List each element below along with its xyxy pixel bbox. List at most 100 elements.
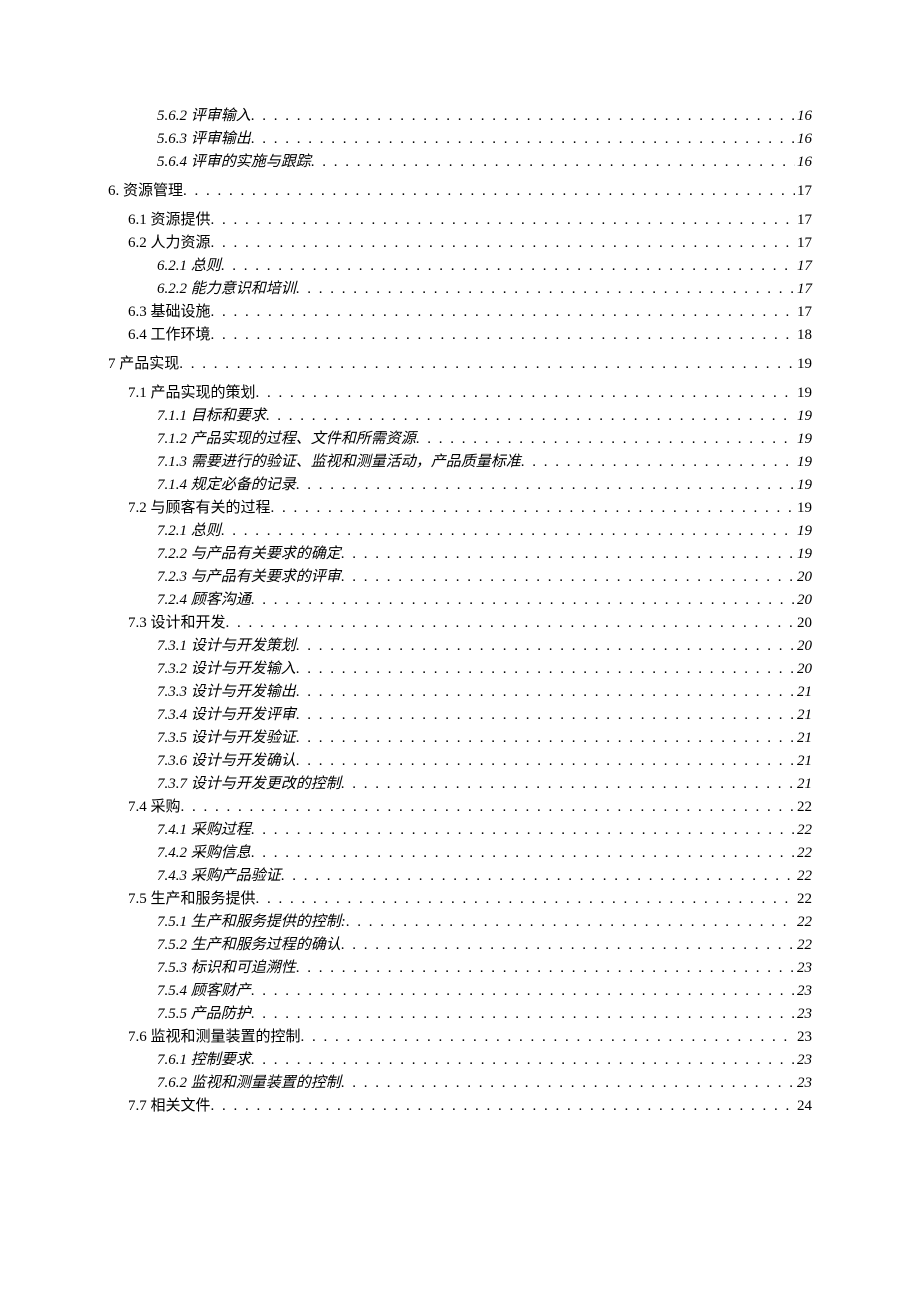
toc-entry: 7.6.1 控制要求 23 (157, 1049, 812, 1072)
toc-entry: 7.3.7 设计与开发更改的控制21 (157, 773, 812, 796)
toc-entry-page: 17 (795, 232, 812, 255)
toc-entry-page: 21 (795, 727, 812, 750)
toc-entry-page: 16 (795, 128, 812, 151)
toc-leader-dots (183, 180, 795, 203)
toc-entry-label: 7.2.2 与产品有关要求的确定 (157, 543, 341, 566)
toc-entry: 6.4 工作环境18 (128, 324, 812, 347)
toc-entry-page: 21 (795, 681, 812, 704)
toc-leader-dots (341, 773, 795, 796)
toc-entry-page: 23 (795, 957, 812, 980)
toc-entry-label: 7.3.6 设计与开发确认 (157, 750, 296, 773)
toc-entry-page: 17 (795, 278, 812, 301)
toc-entry-label: 7 产品实现 (108, 353, 179, 376)
toc-entry-page: 17 (795, 180, 812, 203)
toc-entry: 7.7 相关文件24 (128, 1095, 812, 1118)
toc-entry: 7.4.3 采购产品验证 22 (157, 865, 812, 888)
toc-entry-page: 17 (795, 209, 812, 232)
toc-entry-label: 7.5.2 生产和服务过程的确认 (157, 934, 341, 957)
toc-entry: 7.2.4 顾客沟通20 (157, 589, 812, 612)
toc-entry-page: 19 (795, 520, 812, 543)
toc-entry: 7.3.4 设计与开发评审21 (157, 704, 812, 727)
toc-entry-label: 6.4 工作环境 (128, 324, 211, 347)
toc-entry: 7.5.3 标识和可追溯性 23 (157, 957, 812, 980)
toc-entry-label: 7.6 监视和测量装置的控制 (128, 1026, 301, 1049)
toc-entry-page: 23 (795, 1072, 812, 1095)
toc-leader-dots (296, 957, 795, 980)
toc-entry-label: 7.2 与顾客有关的过程 (128, 497, 271, 520)
toc-entry-label: 7.1 产品实现的策划 (128, 382, 256, 405)
toc-entry: 7.3.6 设计与开发确认 21 (157, 750, 812, 773)
toc-leader-dots (296, 278, 795, 301)
toc-leader-dots (296, 681, 795, 704)
toc-entry-label: 7.2.1 总则 (157, 520, 221, 543)
toc-entry-page: 19 (795, 353, 812, 376)
toc-entry-label: 7.4 采购 (128, 796, 181, 819)
toc-leader-dots (221, 520, 795, 543)
toc-entry-page: 20 (795, 566, 812, 589)
toc-leader-dots (211, 209, 795, 232)
toc-entry: 7.4.1 采购过程22 (157, 819, 812, 842)
toc-entry-page: 23 (795, 980, 812, 1003)
toc-entry-label: 7.1.4 规定必备的记录 (157, 474, 296, 497)
toc-entry-page: 19 (795, 543, 812, 566)
toc-entry-label: 7.1.2 产品实现的过程、文件和所需资源 (157, 428, 416, 451)
toc-leader-dots (341, 566, 795, 589)
toc-leader-dots (346, 911, 795, 934)
toc-entry-label: 7.6.2 监视和测量装置的控制 (157, 1072, 341, 1095)
toc-entry: 7.1.2 产品实现的过程、文件和所需资源19 (157, 428, 812, 451)
toc-entry-page: 23 (795, 1026, 812, 1049)
toc-entry-label: 7.3.2 设计与开发输入 (157, 658, 296, 681)
toc-entry-label: 7.4.2 采购信息 (157, 842, 251, 865)
toc-entry: 7.1.4 规定必备的记录19 (157, 474, 812, 497)
toc-leader-dots (296, 727, 795, 750)
toc-entry: 7.3.1 设计与开发策划20 (157, 635, 812, 658)
toc-leader-dots (266, 405, 795, 428)
toc-leader-dots (296, 750, 795, 773)
toc-entry-label: 7.3.7 设计与开发更改的控制 (157, 773, 341, 796)
toc-entry-page: 22 (795, 842, 812, 865)
toc-entry-label: 7.1.3 需要进行的验证、监视和测量活动，产品质量标准 (157, 451, 521, 474)
toc-entry-page: 21 (795, 750, 812, 773)
toc-leader-dots (521, 451, 795, 474)
toc-leader-dots (226, 612, 795, 635)
toc-entry: 7.5.2 生产和服务过程的确认 22 (157, 934, 812, 957)
toc-entry: 7.2.3 与产品有关要求的评审20 (157, 566, 812, 589)
toc-entry-page: 19 (795, 405, 812, 428)
toc-entry-label: 6.2.1 总则 (157, 255, 221, 278)
toc-entry: 6.2 人力资源 17 (128, 232, 812, 255)
toc-entry-label: 7.5.4 顾客财产 (157, 980, 251, 1003)
toc-leader-dots (251, 105, 795, 128)
toc-entry-page: 23 (795, 1049, 812, 1072)
toc-leader-dots (251, 589, 795, 612)
toc-entry: 7.5.1 生产和服务提供的控制:22 (157, 911, 812, 934)
toc-entry-page: 20 (795, 589, 812, 612)
toc-entry-label: 7.3 设计和开发 (128, 612, 226, 635)
toc-leader-dots (296, 704, 795, 727)
toc-entry: 7 产品实现 19 (108, 353, 812, 376)
toc-leader-dots (281, 865, 795, 888)
toc-leader-dots (341, 934, 795, 957)
toc-leader-dots (251, 980, 795, 1003)
toc-entry-label: 6.2 人力资源 (128, 232, 211, 255)
toc-entry-label: 7.4.3 采购产品验证 (157, 865, 281, 888)
toc-entry-page: 20 (795, 635, 812, 658)
toc-entry-page: 22 (795, 911, 812, 934)
toc-entry-page: 20 (795, 612, 812, 635)
toc-entry: 7.3 设计和开发 20 (128, 612, 812, 635)
toc-entry: 6. 资源管理17 (108, 180, 812, 203)
toc-leader-dots (211, 324, 795, 347)
toc-entry-label: 6.2.2 能力意识和培训 (157, 278, 296, 301)
toc-leader-dots (251, 842, 795, 865)
toc-entry-page: 22 (795, 934, 812, 957)
toc-entry-label: 7.5.3 标识和可追溯性 (157, 957, 296, 980)
toc-entry-label: 7.3.5 设计与开发验证 (157, 727, 296, 750)
toc-entry-label: 7.5 生产和服务提供 (128, 888, 256, 911)
toc-leader-dots (341, 543, 795, 566)
toc-entry: 7.2.1 总则 19 (157, 520, 812, 543)
toc-entry: 7.3.2 设计与开发输入20 (157, 658, 812, 681)
toc-entry-page: 19 (795, 382, 812, 405)
toc-entry-label: 7.6.1 控制要求 (157, 1049, 251, 1072)
toc-entry: 7.4.2 采购信息 22 (157, 842, 812, 865)
toc-entry: 5.6.4 评审的实施与跟踪16 (157, 151, 812, 174)
toc-entry-page: 22 (795, 865, 812, 888)
